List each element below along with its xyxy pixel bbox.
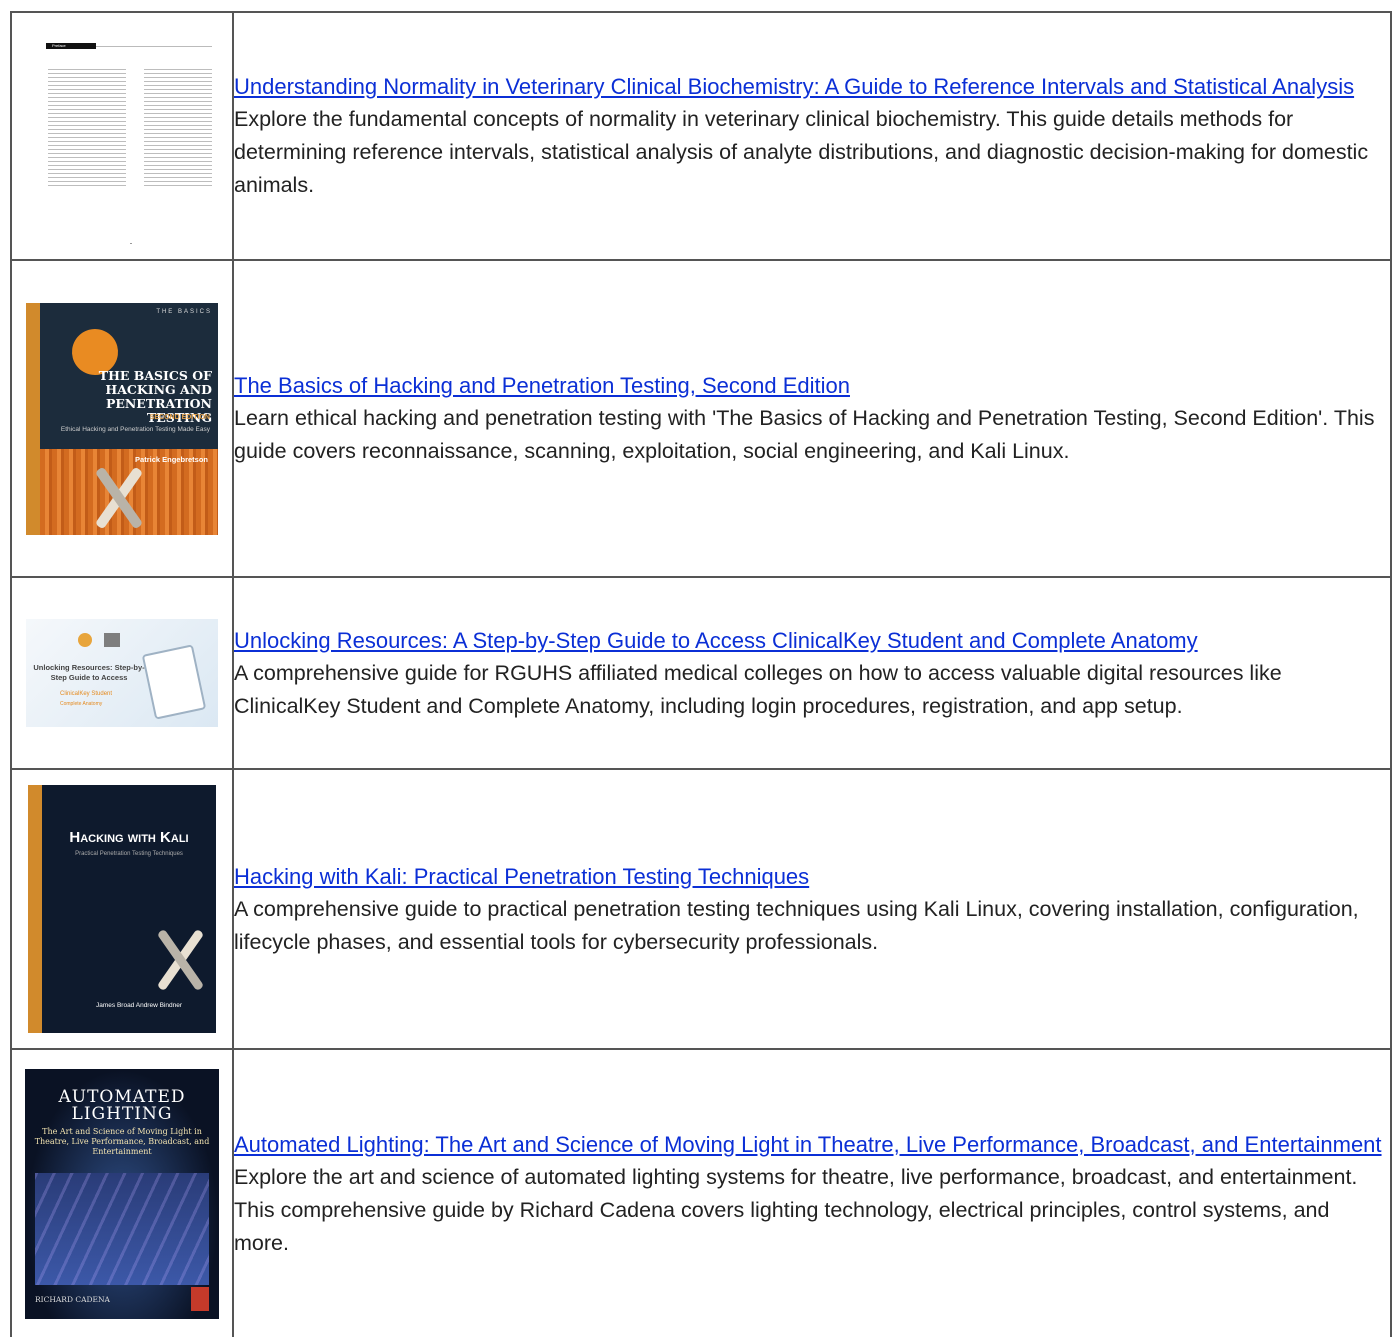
cover-author: Patrick Engebretson	[135, 454, 208, 464]
description-cell: Unlocking Resources: A Step-by-Step Guid…	[232, 576, 1392, 770]
cover-authors: James Broad Andrew Bindner	[96, 1002, 182, 1009]
book-cover-image[interactable]: Preface	[32, 21, 212, 251]
table-row: Hacking with Kali Practical Penetration …	[10, 768, 1392, 1050]
table-row: Preface Understanding Normality in Veter…	[10, 11, 1392, 261]
book-title-link[interactable]: Unlocking Resources: A Step-by-Step Guid…	[234, 628, 1198, 653]
thumbnail-cell: THE BASICS THE BASICS OF HACKING AND PEN…	[10, 259, 234, 578]
book-cover-image[interactable]: Hacking with Kali Practical Penetration …	[28, 785, 216, 1033]
table-row: AUTOMATED LIGHTING The Art and Science o…	[10, 1048, 1392, 1337]
thumbnail-cell: Hacking with Kali Practical Penetration …	[10, 768, 234, 1050]
description-cell: Automated Lighting: The Art and Science …	[232, 1048, 1392, 1337]
book-description: A comprehensive guide for RGUHS affiliat…	[234, 660, 1282, 718]
book-title-link[interactable]: Understanding Normality in Veterinary Cl…	[234, 74, 1354, 99]
book-title-link[interactable]: Automated Lighting: The Art and Science …	[234, 1132, 1382, 1157]
description-cell: Understanding Normality in Veterinary Cl…	[232, 11, 1392, 261]
book-cover-image[interactable]: THE BASICS THE BASICS OF HACKING AND PEN…	[26, 302, 218, 535]
table-row: THE BASICS THE BASICS OF HACKING AND PEN…	[10, 259, 1392, 578]
description-cell: Hacking with Kali: Practical Penetration…	[232, 768, 1392, 1050]
cover-title: AUTOMATED LIGHTING	[58, 1086, 186, 1124]
publisher-logo-icon	[191, 1286, 209, 1311]
book-description: Explore the art and science of automated…	[234, 1164, 1358, 1255]
cover-author: RICHARD CADENA	[35, 1294, 110, 1304]
cover-subtitle: Practical Penetration Testing Techniques	[75, 851, 183, 857]
cover-edition: SECOND EDITION	[149, 413, 210, 421]
cover-title: Unlocking Resources: Step-by-Step Guide …	[33, 663, 145, 682]
book-cover-image[interactable]: Unlocking Resources: Step-by-Step Guide …	[26, 619, 218, 727]
cover-line: ClinicalKey Student	[60, 691, 113, 697]
cover-title: Hacking with Kali	[69, 829, 189, 846]
thumbnail-cell: Unlocking Resources: Step-by-Step Guide …	[10, 576, 234, 770]
book-title-link[interactable]: Hacking with Kali: Practical Penetration…	[234, 864, 809, 889]
book-title-link[interactable]: The Basics of Hacking and Penetration Te…	[234, 373, 850, 398]
cover-heading: Preface	[52, 43, 66, 48]
book-listing-table: Preface Understanding Normality in Veter…	[10, 11, 1392, 1337]
cover-subtitle: Ethical Hacking and Penetration Testing …	[60, 425, 210, 433]
cover-line: Complete Anatomy	[60, 701, 103, 707]
table-row: Unlocking Resources: Step-by-Step Guide …	[10, 576, 1392, 770]
cover-subtitle: The Art and Science of Moving Light in T…	[34, 1126, 210, 1156]
description-cell: The Basics of Hacking and Penetration Te…	[232, 259, 1392, 578]
publisher-logo-icon	[104, 633, 120, 647]
book-description: A comprehensive guide to practical penet…	[234, 896, 1359, 954]
book-cover-image[interactable]: AUTOMATED LIGHTING The Art and Science o…	[25, 1068, 219, 1319]
book-description: Explore the fundamental concepts of norm…	[234, 107, 1369, 197]
university-logo-icon	[78, 633, 92, 647]
tablet-icon	[141, 644, 207, 720]
thumbnail-cell: AUTOMATED LIGHTING The Art and Science o…	[10, 1048, 234, 1337]
cover-series: THE BASICS	[156, 308, 212, 315]
thumbnail-cell: Preface	[10, 11, 234, 261]
book-description: Learn ethical hacking and penetration te…	[234, 406, 1375, 463]
